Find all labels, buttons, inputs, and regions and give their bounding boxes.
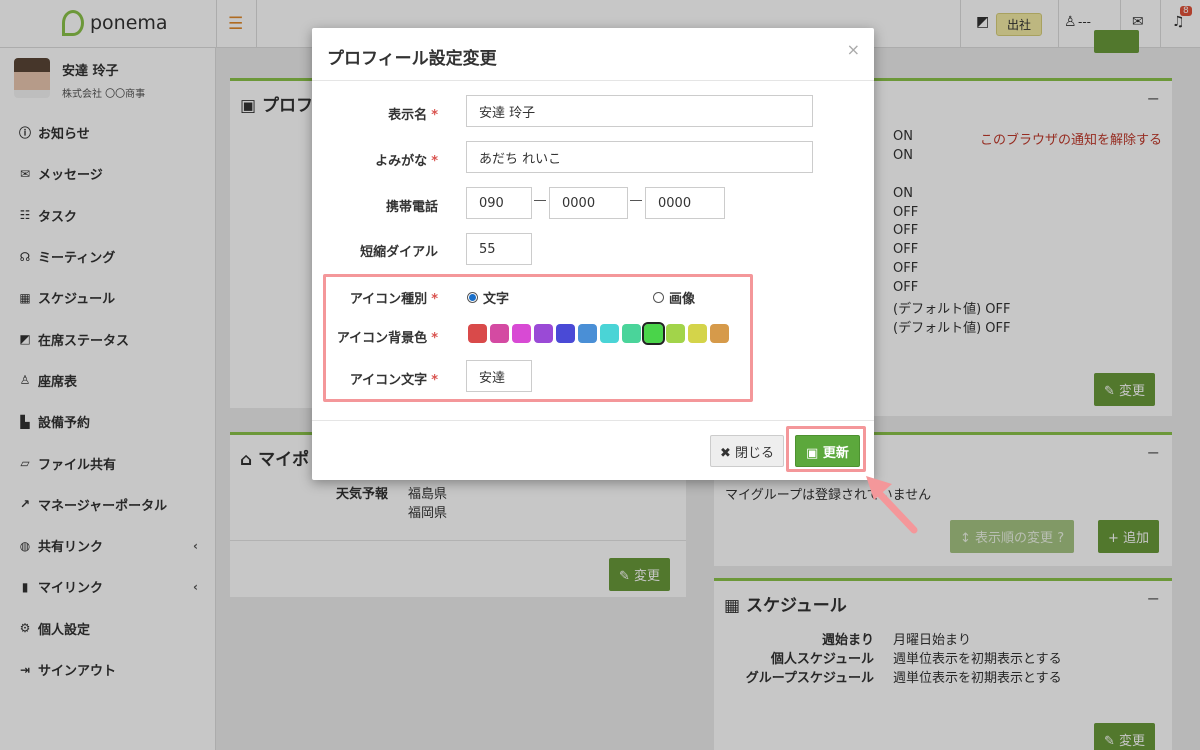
display-name-input[interactable] — [466, 95, 813, 127]
mobile-part2-input[interactable] — [549, 187, 628, 219]
close-icon: ✖ — [720, 446, 736, 461]
highlight-update-button — [786, 426, 866, 472]
dash-separator — [630, 200, 642, 201]
close-icon[interactable]: × — [847, 40, 860, 59]
profile-settings-modal: プロフィール設定変更 × 表示名* よみがな* 携帯電話 短縮ダイアル アイコン… — [312, 28, 874, 480]
short-dial-label: 短縮ダイアル — [360, 245, 438, 260]
dash-separator — [534, 200, 546, 201]
modal-header: プロフィール設定変更 × — [312, 28, 874, 81]
modal-title: プロフィール設定変更 — [327, 49, 497, 69]
display-name-label: 表示名 * — [388, 108, 438, 123]
mobile-label: 携帯電話 — [385, 200, 438, 215]
pointer-arrow-icon — [866, 476, 918, 534]
reading-input[interactable] — [466, 141, 813, 173]
mobile-part1-input[interactable] — [466, 187, 532, 219]
mobile-part3-input[interactable] — [645, 187, 725, 219]
close-modal-button[interactable]: ✖ 閉じる — [710, 435, 785, 467]
highlight-icon-settings — [323, 274, 753, 402]
reading-label: よみがな * — [375, 154, 438, 169]
short-dial-input[interactable] — [466, 233, 532, 265]
